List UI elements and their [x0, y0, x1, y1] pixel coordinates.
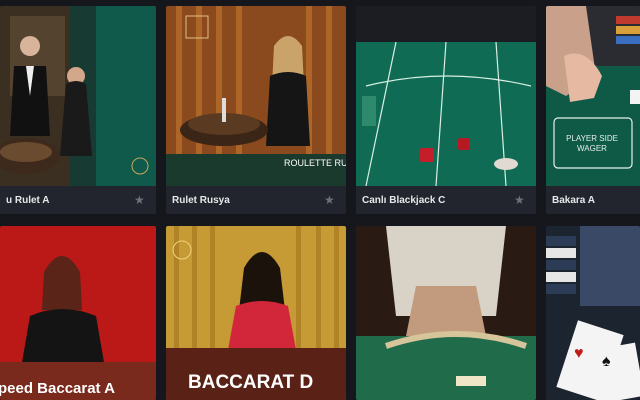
game-thumbnail [356, 226, 536, 400]
game-title: u Rulet A [6, 194, 50, 206]
game-caption: u Rulet A ★ [0, 186, 156, 214]
game-overlay-text: ROULETTE RUSSIA [284, 158, 346, 168]
game-thumbnail: PLAYER SIDE WAGER [546, 6, 640, 186]
game-title: Bakara A [552, 194, 595, 206]
game-thumbnail: peed Baccarat A [0, 226, 156, 400]
game-overlay-text: BACCARAT D [188, 372, 314, 393]
game-tile-5[interactable]: peed Baccarat A [0, 226, 156, 400]
game-thumbnail: BACCARAT D [166, 226, 346, 400]
game-title: Canlı Blackjack C [362, 194, 446, 206]
game-tile-2[interactable]: ROULETTE RUSSIA Rulet Rusya ★ [166, 6, 346, 214]
game-tile-4[interactable]: PLAYER SIDE WAGER Bakara A [546, 6, 640, 214]
game-tile-6[interactable]: BACCARAT D [166, 226, 346, 400]
game-caption: Canlı Blackjack C ★ [356, 186, 536, 214]
star-icon[interactable]: ★ [324, 194, 336, 206]
game-tile-8[interactable]: ♥ ♠ [546, 226, 640, 400]
svg-text:♠: ♠ [602, 353, 611, 370]
game-overlay-text: peed Baccarat A [0, 380, 115, 397]
game-tile-3[interactable]: Canlı Blackjack C ★ [356, 6, 536, 214]
game-caption: Rulet Rusya ★ [166, 186, 346, 214]
game-thumbnail: ROULETTE RUSSIA [166, 6, 346, 186]
star-icon[interactable]: ★ [514, 194, 526, 206]
star-icon[interactable]: ★ [134, 194, 146, 206]
game-title: Rulet Rusya [172, 194, 230, 206]
game-tile-7[interactable] [356, 226, 536, 400]
game-tile-1[interactable]: u Rulet A ★ [0, 6, 156, 214]
felt-text: PLAYER SIDE WAGER [566, 134, 618, 153]
game-thumbnail [356, 6, 536, 186]
game-thumbnail: ♥ ♠ [546, 226, 640, 400]
svg-text:♥: ♥ [574, 345, 584, 362]
game-caption: Bakara A [546, 186, 640, 214]
game-thumbnail [0, 6, 156, 186]
